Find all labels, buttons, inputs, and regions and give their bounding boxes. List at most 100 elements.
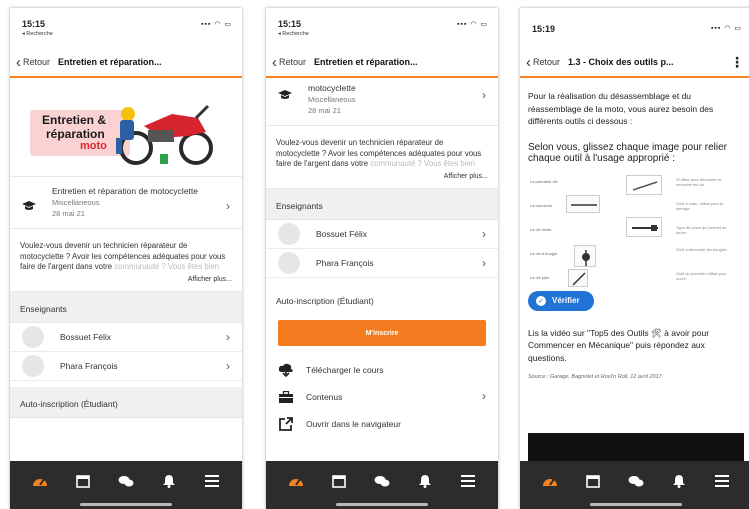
chevron-right-icon: › <box>482 227 486 241</box>
teachers-header: Enseignants <box>10 292 242 323</box>
graduation-cap-icon <box>22 199 36 217</box>
nav-bar: ‹ Retour 1.3 - Choix des outils p... ⋮ <box>520 48 749 78</box>
back-chevron-icon[interactable]: ‹ <box>16 55 21 70</box>
exercise-label: La clé pipe <box>530 274 550 280</box>
enrol-button[interactable]: M'inscrire <box>278 320 486 346</box>
teacher-row[interactable]: Bossuet Félix › <box>10 323 242 352</box>
action-label: Ouvrir dans le navigateur <box>306 418 401 429</box>
status-bar: 15:15 ◂ Recherche ▪▪▪ ◠ ▭ <box>10 8 242 44</box>
chevron-right-icon: › <box>482 256 486 270</box>
draggable-tool-image[interactable] <box>626 216 662 237</box>
course-name: Entretien et réparation de motocyclette <box>52 186 198 196</box>
bottom-tab-bar <box>266 461 498 509</box>
show-more-link[interactable]: Afficher plus... <box>276 172 488 183</box>
video-player[interactable] <box>528 433 744 461</box>
course-info-row[interactable]: motocyclette Miscellaneous 28 mai 21 › <box>266 80 498 126</box>
avatar <box>22 326 44 348</box>
page-content: Entretien & réparation moto Entretien et… <box>10 80 242 461</box>
chevron-right-icon: › <box>226 359 230 373</box>
more-options-icon[interactable]: ⋮ <box>730 54 744 71</box>
tab-dashboard-icon[interactable] <box>540 471 560 491</box>
tab-notifications-icon[interactable] <box>669 471 689 491</box>
banner-line-2: réparation <box>46 127 105 141</box>
tab-dashboard-icon[interactable] <box>286 471 306 491</box>
back-button[interactable]: Retour <box>279 57 306 67</box>
lesson-intro: Pour la réalisation du désassemblage et … <box>528 91 714 126</box>
page-title: Entretien et réparation... <box>58 57 162 67</box>
exercise-description: S'utilise pour démonter et remonter les … <box>676 176 722 187</box>
nav-bar: ‹ Retour Entretien et réparation... <box>266 48 498 78</box>
tab-dashboard-icon[interactable] <box>30 471 50 491</box>
home-indicator <box>336 503 428 506</box>
tab-menu-icon[interactable] <box>712 471 732 491</box>
phone-screen-course-overview: 15:15 ◂ Recherche ▪▪▪ ◠ ▭ ‹ Retour Entre… <box>10 8 242 509</box>
course-description: Voulez-vous devenir un technicien répara… <box>266 126 498 189</box>
chevron-right-icon: › <box>482 389 486 403</box>
exercise-label: La tournevis <box>530 202 552 208</box>
open-in-browser-action[interactable]: Ouvrir dans le navigateur <box>266 410 498 437</box>
exercise-label: La première clé <box>530 178 558 184</box>
download-course-action[interactable]: Télécharger le cours <box>266 356 498 383</box>
course-info-row[interactable]: Entretien et réparation de motocyclette … <box>10 177 242 229</box>
tab-calendar-icon[interactable] <box>583 471 603 491</box>
banner-line-3: moto <box>80 140 107 152</box>
back-button[interactable]: Retour <box>533 57 560 67</box>
teacher-row[interactable]: Bossuet Félix › <box>266 220 498 249</box>
tab-menu-icon[interactable] <box>458 471 478 491</box>
back-chevron-icon[interactable]: ‹ <box>272 55 277 70</box>
chevron-right-icon: › <box>226 330 230 344</box>
back-to-app-link[interactable]: ◂ Recherche <box>278 31 309 37</box>
drop-zone[interactable] <box>566 194 600 213</box>
enrol-header: Auto-inscription (Étudiant) <box>266 284 498 314</box>
phone-screen-lesson: 15:19 ▪▪▪ ◠ ▭ ‹ Retour 1.3 - Choix des o… <box>520 8 749 509</box>
graduation-cap-icon <box>278 88 292 106</box>
status-bar: 15:15 ◂ Recherche ▪▪▪ ◠ ▭ <box>266 8 498 44</box>
back-chevron-icon[interactable]: ‹ <box>526 55 531 70</box>
nav-bar: ‹ Retour Entretien et réparation... <box>10 48 242 78</box>
avatar <box>278 252 300 274</box>
teacher-name: Phara François <box>316 258 374 268</box>
tab-calendar-icon[interactable] <box>329 471 349 491</box>
exercise-description: Outil à main, utilisé pour le serrage <box>676 200 724 211</box>
tab-calendar-icon[interactable] <box>73 471 93 491</box>
back-to-app-link[interactable]: ◂ Recherche <box>22 31 53 37</box>
verify-label: Vérifier <box>552 296 580 305</box>
course-name: motocyclette <box>308 83 356 93</box>
course-category: Miscellaneous <box>52 198 100 207</box>
home-indicator <box>80 503 172 506</box>
back-button[interactable]: Retour <box>23 57 50 67</box>
course-date: 28 mai 21 <box>308 106 341 115</box>
motorcycle-illustration <box>116 104 213 165</box>
status-icons: ▪▪▪ ◠ ▭ <box>200 21 232 28</box>
page-title: Entretien et réparation... <box>314 57 418 67</box>
bottom-tab-bar <box>10 461 242 509</box>
teacher-row[interactable]: Phara François › <box>10 352 242 381</box>
drop-zone[interactable] <box>574 244 596 267</box>
teacher-name: Bossuet Félix <box>60 332 112 342</box>
page-content: motocyclette Miscellaneous 28 mai 21 › V… <box>266 80 498 461</box>
tab-notifications-icon[interactable] <box>415 471 435 491</box>
teacher-row[interactable]: Phara François › <box>266 249 498 278</box>
drop-zone[interactable] <box>568 268 588 287</box>
draggable-tool-image[interactable] <box>626 174 662 195</box>
exercise-description: Outil à démonter les bougies <box>676 246 727 252</box>
avatar <box>22 355 44 377</box>
action-label: Contenus <box>306 391 343 402</box>
lesson-question: Selon vous, glissez chaque image pour re… <box>528 141 727 165</box>
cloud-download-icon <box>278 362 294 378</box>
action-label: Télécharger le cours <box>306 364 384 375</box>
tab-messages-icon[interactable] <box>626 471 646 491</box>
exercise-description: Type de pince qui permet de tordre <box>676 224 727 235</box>
verify-button[interactable]: ✓ Vérifier <box>528 290 594 311</box>
tab-menu-icon[interactable] <box>202 471 222 491</box>
page-title: 1.3 - Choix des outils p... <box>568 57 674 67</box>
show-more-link[interactable]: Afficher plus... <box>20 275 232 286</box>
course-date: 28 mai 21 <box>52 209 85 218</box>
source-citation: Source : Garage, Bagnolet et Roul'n Roll… <box>528 374 662 380</box>
course-category: Miscellaneous <box>308 95 356 104</box>
contents-action[interactable]: Contenus › <box>266 383 498 410</box>
tab-messages-icon[interactable] <box>372 471 392 491</box>
exercise-label: La clé à bougie <box>530 250 558 256</box>
tab-notifications-icon[interactable] <box>159 471 179 491</box>
tab-messages-icon[interactable] <box>116 471 136 491</box>
